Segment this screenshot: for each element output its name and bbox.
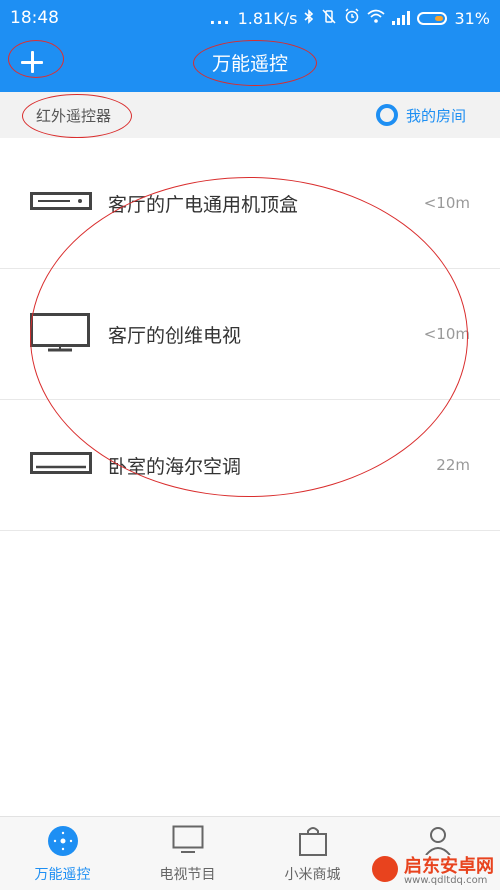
status-dots: ...	[209, 8, 231, 28]
device-row[interactable]: 客厅的广电通用机顶盒 <10m	[0, 138, 500, 269]
set-top-box-icon	[30, 192, 92, 216]
device-distance: 22m	[436, 456, 470, 474]
device-distance: <10m	[423, 194, 470, 212]
alarm-icon	[344, 8, 360, 28]
tab-label: 万能遥控	[34, 867, 91, 883]
status-right: ... 1.81K/s 31%	[209, 8, 490, 28]
bluetooth-icon	[304, 8, 314, 28]
my-room-label: 我的房间	[405, 106, 466, 125]
device-name: 客厅的创维电视	[108, 325, 242, 347]
my-room-link[interactable]: 我的房间	[375, 104, 466, 126]
tab-tv-programs[interactable]: 电视节目	[125, 817, 250, 890]
tv-icon	[30, 313, 90, 357]
watermark-logo-icon	[372, 856, 398, 882]
device-row[interactable]: 卧室的海尔空调 22m	[0, 400, 500, 531]
remote-icon	[47, 825, 79, 861]
section-label: 红外遥控器	[36, 107, 112, 125]
device-list: 客厅的广电通用机顶盒 <10m 客厅的创维电视 <10m 卧室的海尔空调 22m	[0, 138, 500, 531]
watermark: 启东安卓网 www.qdltdq.com	[370, 852, 500, 889]
device-name: 卧室的海尔空调	[108, 456, 242, 478]
tab-remote[interactable]: 万能遥控	[0, 817, 125, 890]
room-ring-icon	[375, 104, 398, 126]
tab-mi-store[interactable]: 小米商城	[250, 817, 375, 890]
watermark-url: www.qdltdq.com	[404, 875, 488, 886]
wifi-icon	[367, 9, 385, 27]
status-time: 18:48	[10, 8, 59, 28]
vibrate-off-icon	[321, 8, 337, 28]
device-row[interactable]: 客厅的创维电视 <10m	[0, 269, 500, 400]
battery-percent: 31%	[454, 8, 490, 28]
nav-bar: 万能遥控	[0, 36, 500, 92]
tv-icon	[172, 825, 204, 859]
air-conditioner-icon	[30, 452, 92, 480]
top-bar: 18:48 ... 1.81K/s 31% 万能遥控	[0, 0, 500, 92]
device-name: 客厅的广电通用机顶盒	[108, 194, 299, 216]
sub-header: 红外遥控器 我的房间	[0, 92, 500, 138]
tab-label: 小米商城	[284, 867, 341, 883]
network-speed: 1.81K/s	[237, 8, 298, 28]
device-distance: <10m	[423, 325, 470, 343]
battery-icon	[417, 11, 448, 25]
page-title: 万能遥控	[211, 53, 288, 75]
signal-icon	[392, 11, 411, 25]
tab-label: 电视节目	[159, 867, 216, 883]
shopping-bag-icon	[298, 825, 328, 861]
status-bar: 18:48 ... 1.81K/s 31%	[0, 0, 500, 36]
